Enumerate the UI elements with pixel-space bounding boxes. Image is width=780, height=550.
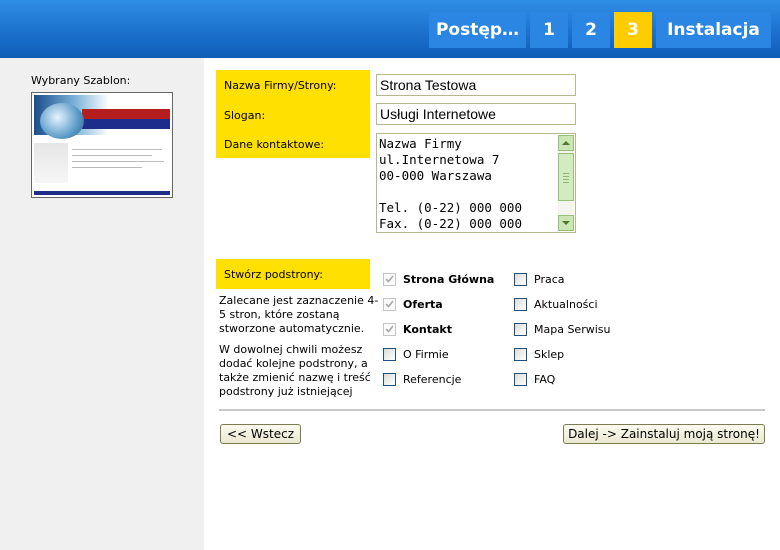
thumb-footer: [34, 191, 170, 195]
selected-template-label: Wybrany Szablon:: [31, 74, 131, 87]
subpage-o-firmie[interactable]: O Firmie: [383, 346, 449, 362]
contact-text: Nazwa Firmy ul.Internetowa 7 00-000 Wars…: [379, 136, 522, 231]
checkbox[interactable]: [514, 347, 527, 361]
checkbox[interactable]: [383, 372, 396, 386]
step-installation: Instalacja: [656, 12, 771, 48]
template-thumbnail: [31, 92, 173, 198]
thumb-sidebar: [34, 143, 68, 183]
scroll-up-button[interactable]: [558, 135, 574, 151]
checkbox-checked-disabled[interactable]: [383, 322, 396, 336]
subpage-sklep[interactable]: Sklep: [514, 346, 564, 362]
subpage-praca[interactable]: Praca: [514, 271, 565, 287]
subpage-aktualnosci[interactable]: Aktualności: [514, 296, 598, 312]
checkbox-label: Sklep: [534, 347, 565, 361]
chevron-up-icon: [562, 141, 570, 145]
subpages-hint: Zalecane jest zaznaczenie 4-5 stron, któ…: [219, 294, 379, 335]
subpage-oferta[interactable]: Oferta: [383, 296, 443, 312]
scroll-down-button[interactable]: [558, 215, 574, 231]
company-name-input[interactable]: Strona Testowa: [376, 74, 576, 96]
checkbox[interactable]: [514, 322, 527, 336]
divider: [219, 409, 765, 412]
checkbox-label: Mapa Serwisu: [534, 322, 611, 336]
checkbox-label: FAQ: [534, 372, 556, 386]
checkmark-icon: [385, 325, 394, 333]
checkbox-label: Kontakt: [403, 322, 452, 336]
subpage-kontakt[interactable]: Kontakt: [383, 321, 452, 337]
thumb-blue-band: [82, 119, 170, 129]
checkbox-label: Aktualności: [534, 297, 598, 311]
header-bar: Postęp… 1 2 3 Instalacja: [0, 0, 780, 58]
thumb-line: [72, 155, 152, 156]
checkbox-label: O Firmie: [403, 347, 449, 361]
step-2: 2: [572, 12, 610, 48]
left-panel: Wybrany Szablon:: [0, 58, 204, 550]
checkbox-label: Referencje: [403, 372, 462, 386]
step-1: 1: [530, 12, 568, 48]
subpage-mapa-serwisu[interactable]: Mapa Serwisu: [514, 321, 610, 337]
thumb-line: [72, 167, 142, 168]
subpages-label: Stwórz podstrony:: [216, 259, 370, 289]
checkbox[interactable]: [514, 372, 527, 386]
company-name-label: Nazwa Firmy/Strony:: [216, 70, 370, 100]
chevron-down-icon: [562, 221, 570, 225]
next-install-button[interactable]: Dalej -> Zainstaluj moją stronę!: [563, 424, 765, 444]
checkbox-checked-disabled[interactable]: [383, 297, 396, 311]
checkbox[interactable]: [514, 272, 527, 286]
thumb-line: [72, 149, 162, 150]
checkmark-icon: [385, 275, 394, 283]
slogan-input[interactable]: Usługi Internetowe: [376, 103, 576, 125]
contact-textarea[interactable]: Nazwa Firmy ul.Internetowa 7 00-000 Wars…: [376, 133, 576, 233]
checkmark-icon: [385, 300, 394, 308]
subpage-referencje[interactable]: Referencje: [383, 371, 461, 387]
progress-label: Postęp…: [429, 12, 526, 48]
back-button[interactable]: << Wstecz: [220, 424, 301, 444]
subpage-strona-glowna[interactable]: Strona Główna: [383, 271, 494, 287]
slogan-label: Slogan:: [216, 100, 370, 130]
checkbox-label: Oferta: [403, 297, 443, 311]
contact-label: Dane kontaktowe:: [216, 130, 370, 158]
thumb-red-band: [82, 109, 170, 119]
checkbox-label: Strona Główna: [403, 272, 495, 286]
checkbox[interactable]: [514, 297, 527, 311]
subpages-note: W dowolnej chwili możesz dodać kolejne p…: [219, 343, 371, 398]
checkbox-label: Praca: [534, 272, 565, 286]
checkbox[interactable]: [383, 347, 396, 361]
progress-steps: Postęp… 1 2 3 Instalacja: [429, 12, 771, 48]
contact-scrollbar[interactable]: [558, 135, 574, 231]
thumb-globe: [40, 103, 84, 139]
step-3-active: 3: [614, 12, 652, 48]
checkbox-checked-disabled[interactable]: [383, 272, 396, 286]
thumb-line: [72, 161, 164, 162]
subpage-faq[interactable]: FAQ: [514, 371, 555, 387]
scroll-thumb[interactable]: [558, 153, 574, 201]
